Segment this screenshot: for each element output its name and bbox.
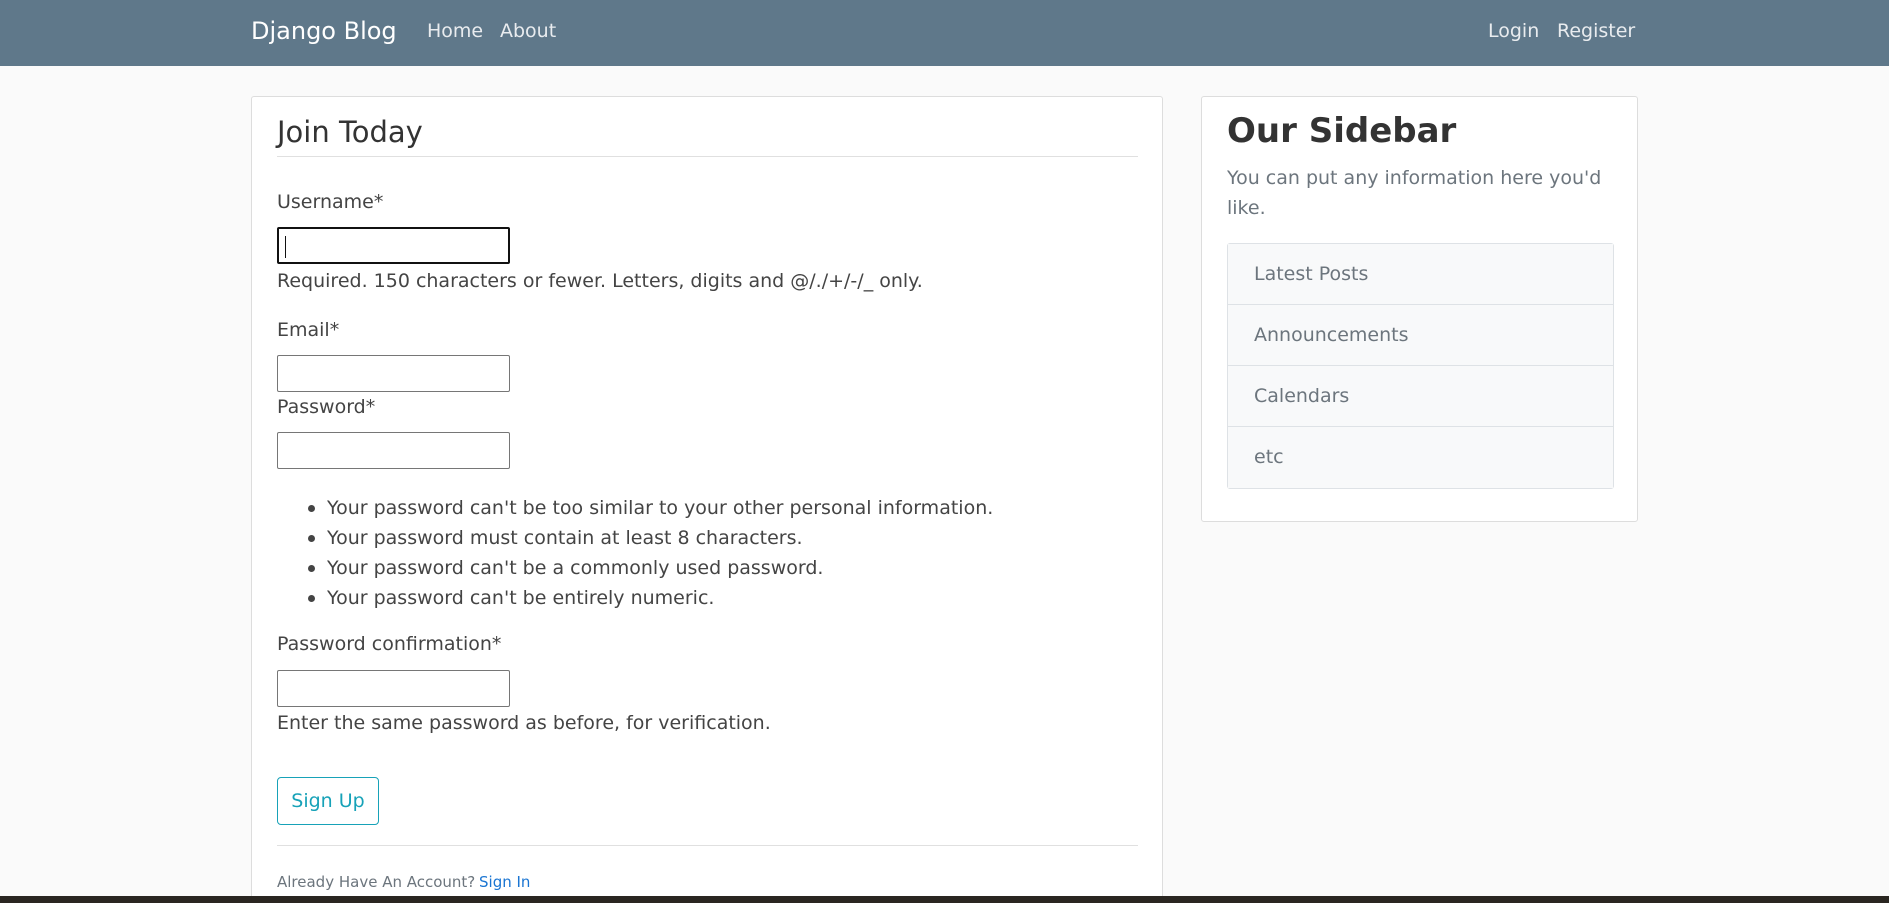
username-input[interactable] xyxy=(277,227,510,264)
password-rule: Your password can't be entirely numeric. xyxy=(277,583,993,613)
nav-register-link[interactable]: Register xyxy=(1557,20,1635,42)
password-confirmation-input[interactable] xyxy=(277,670,510,707)
nav-login-link[interactable]: Login xyxy=(1488,20,1539,42)
sidebar-text: You can put any information here you'd l… xyxy=(1227,167,1602,219)
password-rule: Your password can't be a commonly used p… xyxy=(277,553,993,583)
sidebar-item-calendars[interactable]: Calendars xyxy=(1228,366,1613,427)
password-label: Password* xyxy=(277,396,376,418)
password-rule: Your password must contain at least 8 ch… xyxy=(277,523,993,553)
sidebar-card: Our Sidebar You can put any information … xyxy=(1201,96,1638,522)
brand-link[interactable]: Django Blog xyxy=(251,17,397,45)
username-help-text: Required. 150 characters or fewer. Lette… xyxy=(277,270,923,292)
sidebar-title: Our Sidebar xyxy=(1227,111,1457,151)
sidebar-item-etc[interactable]: etc xyxy=(1228,427,1613,488)
sign-in-link[interactable]: Sign In xyxy=(479,873,530,891)
form-title: Join Today xyxy=(277,115,1138,157)
bullet-icon xyxy=(308,535,315,542)
sidebar-item-announcements[interactable]: Announcements xyxy=(1228,305,1613,366)
email-input[interactable] xyxy=(277,355,510,392)
password-rule: Your password can't be too similar to yo… xyxy=(277,493,993,523)
register-card: Join Today Username* Required. 150 chara… xyxy=(251,96,1163,903)
nav-about-link[interactable]: About xyxy=(500,20,556,42)
top-navbar: Django Blog Home About Login Register xyxy=(0,0,1889,66)
password-rule-text: Your password must contain at least 8 ch… xyxy=(327,527,803,549)
form-divider xyxy=(277,845,1138,846)
bullet-icon xyxy=(308,565,315,572)
sign-up-button[interactable]: Sign Up xyxy=(277,777,379,825)
bullet-icon xyxy=(308,595,315,602)
password-confirmation-help-text: Enter the same password as before, for v… xyxy=(277,712,771,734)
sidebar-item-latest-posts[interactable]: Latest Posts xyxy=(1228,244,1613,305)
nav-home-link[interactable]: Home xyxy=(427,20,483,42)
already-have-account-text: Already Have An Account? xyxy=(277,873,476,891)
password-rule-text: Your password can't be entirely numeric. xyxy=(327,587,715,609)
username-label: Username* xyxy=(277,191,384,213)
password-input[interactable] xyxy=(277,432,510,469)
sidebar-list: Latest Posts Announcements Calendars etc xyxy=(1227,243,1614,489)
text-caret xyxy=(285,236,286,258)
email-label: Email* xyxy=(277,319,340,341)
password-rule-text: Your password can't be too similar to yo… xyxy=(327,497,994,519)
password-confirmation-label: Password confirmation* xyxy=(277,633,502,655)
password-rules-list: Your password can't be too similar to yo… xyxy=(277,493,993,613)
os-taskbar-edge xyxy=(0,896,1889,903)
bullet-icon xyxy=(308,505,315,512)
password-rule-text: Your password can't be a commonly used p… xyxy=(327,557,824,579)
